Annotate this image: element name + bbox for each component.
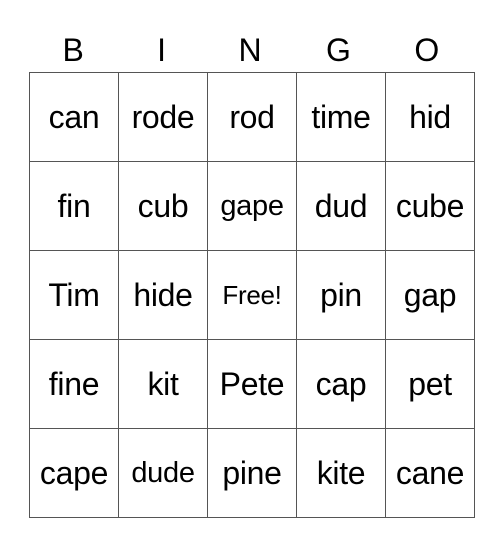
bingo-cell[interactable]: cane — [385, 428, 475, 518]
bingo-cell[interactable]: cub — [118, 161, 208, 251]
bingo-cell[interactable]: dude — [118, 428, 208, 518]
bingo-header: B I N G O — [29, 28, 471, 72]
bingo-cell[interactable]: rode — [118, 72, 208, 162]
card-row: fine kit Pete cap pet — [29, 339, 475, 429]
bingo-cell[interactable]: kite — [296, 428, 386, 518]
bingo-cell[interactable]: pin — [296, 250, 386, 340]
card-row: can rode rod time hid — [29, 72, 475, 162]
card-row: fin cub gape dud cube — [29, 161, 475, 251]
header-letter-o: O — [414, 32, 440, 68]
bingo-cell[interactable]: gap — [385, 250, 475, 340]
bingo-cell[interactable]: gape — [207, 161, 297, 251]
card-row: Tim hide Free! pin gap — [29, 250, 475, 340]
bingo-cell[interactable]: dud — [296, 161, 386, 251]
bingo-cell[interactable]: hide — [118, 250, 208, 340]
bingo-cell[interactable]: Tim — [29, 250, 119, 340]
header-letter-n: N — [238, 32, 262, 68]
bingo-cell[interactable]: fin — [29, 161, 119, 251]
bingo-cell[interactable]: cube — [385, 161, 475, 251]
bingo-cell[interactable]: can — [29, 72, 119, 162]
header-letter-g: G — [325, 32, 351, 68]
bingo-cell[interactable]: fine — [29, 339, 119, 429]
card-row: cape dude pine kite cane — [29, 428, 475, 518]
bingo-cell[interactable]: time — [296, 72, 386, 162]
bingo-cell[interactable]: pine — [207, 428, 297, 518]
bingo-cell[interactable]: cape — [29, 428, 119, 518]
bingo-cell[interactable]: hid — [385, 72, 475, 162]
bingo-cell[interactable]: pet — [385, 339, 475, 429]
header-letter-i: I — [157, 32, 167, 68]
bingo-card: can rode rod time hid fin cub gape dud c… — [29, 72, 475, 518]
bingo-cell[interactable]: cap — [296, 339, 386, 429]
free-space-cell[interactable]: Free! — [207, 250, 297, 340]
header-letter-b: B — [62, 32, 84, 68]
bingo-cell[interactable]: kit — [118, 339, 208, 429]
bingo-cell[interactable]: rod — [207, 72, 297, 162]
bingo-cell[interactable]: Pete — [207, 339, 297, 429]
